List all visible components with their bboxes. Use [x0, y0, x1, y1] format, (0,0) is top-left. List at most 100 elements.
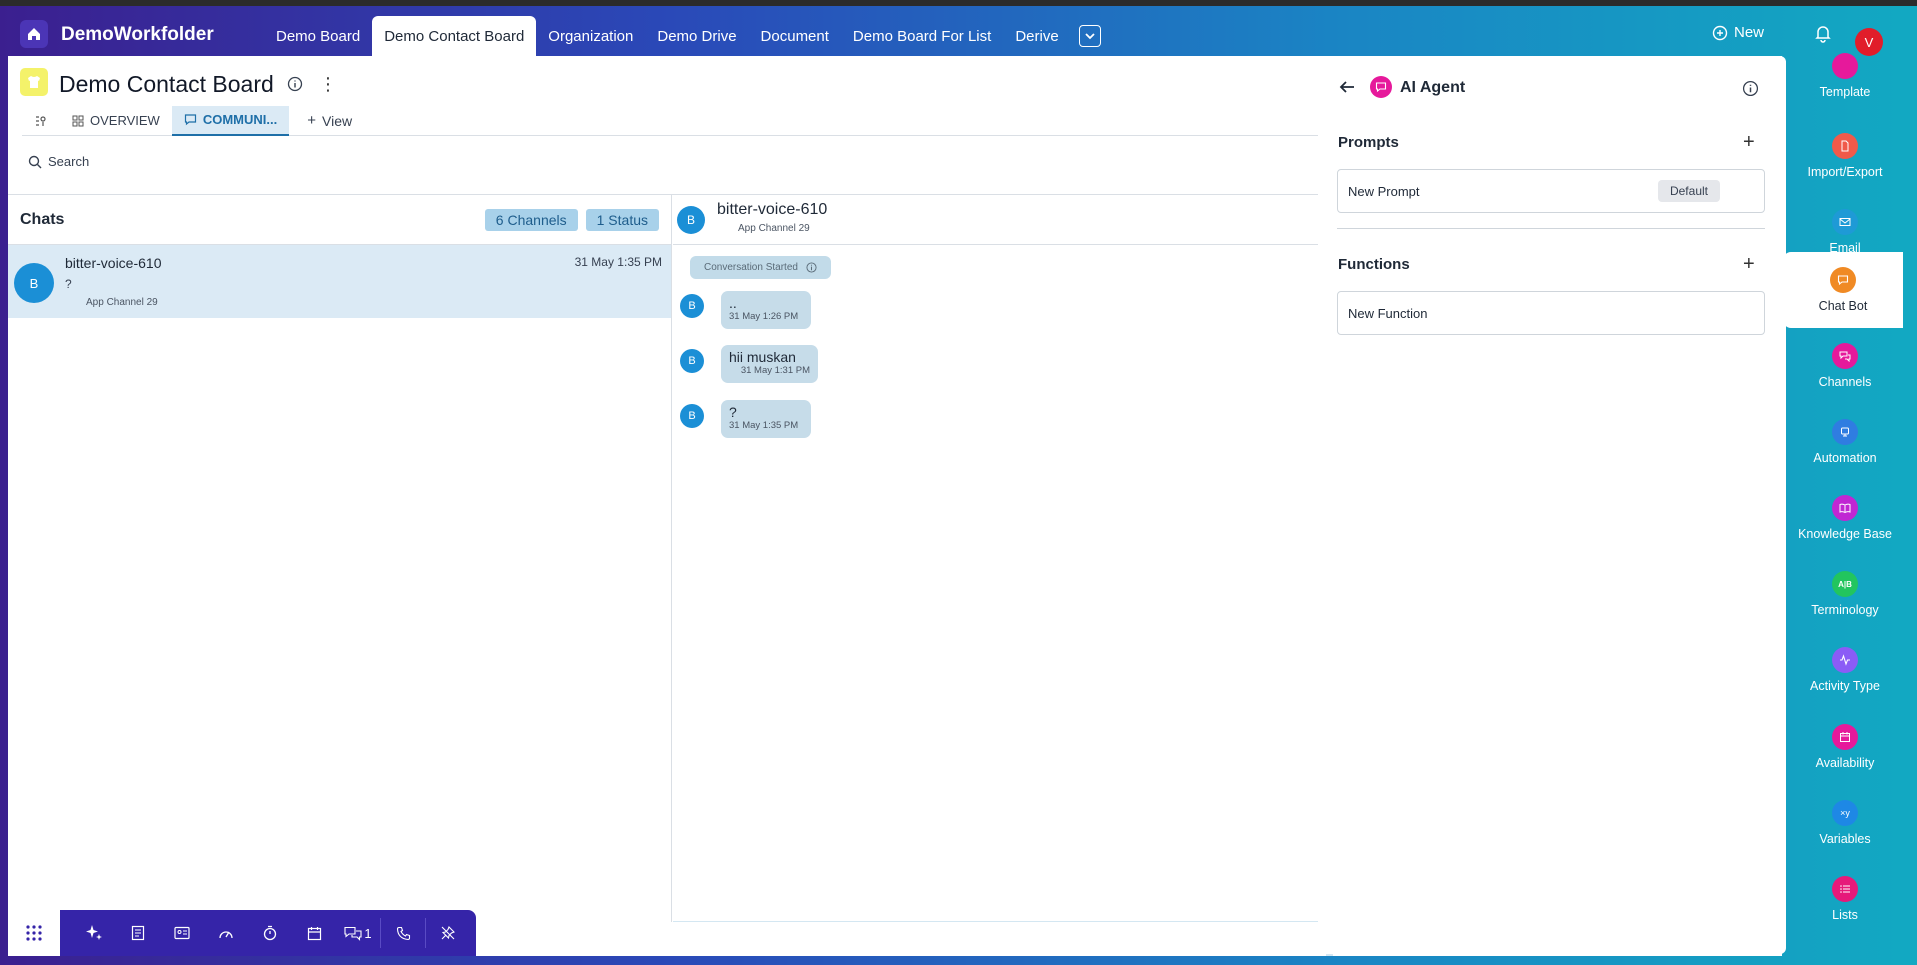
sidebar-item-import-export[interactable]: Import/Export	[1785, 118, 1905, 194]
conversation-started-label: Conversation Started	[704, 262, 798, 273]
status-filter[interactable]: 1 Status	[585, 208, 659, 231]
conversation-name: bitter-voice-610	[717, 201, 828, 218]
sidebar-item-lists[interactable]: Lists	[1785, 861, 1905, 937]
message-time: 31 May 1:35 PM	[729, 420, 799, 431]
function-item[interactable]: New Function	[1337, 291, 1765, 335]
add-view-label: View	[322, 112, 353, 129]
tab-communication[interactable]: COMMUNI...	[171, 105, 290, 136]
sidebar-item-activity-type[interactable]: Activity Type	[1785, 632, 1905, 708]
prompt-item-label: New Prompt	[1348, 183, 1420, 199]
dashboard-button[interactable]	[204, 926, 248, 940]
avatar: B	[14, 263, 54, 303]
phone-button[interactable]	[381, 926, 425, 941]
tab-derive[interactable]: Derive	[1003, 16, 1070, 56]
tab-overview[interactable]: OVERVIEW	[60, 106, 172, 136]
search-button[interactable]: Search	[28, 154, 89, 169]
chat-icon	[184, 114, 196, 126]
tab-document[interactable]: Document	[749, 16, 841, 56]
chat-time: 31 May 1:35 PM	[574, 255, 662, 269]
sidebar-item-channels[interactable]: Channels	[1785, 328, 1905, 404]
terminology-icon: A|B	[1832, 571, 1858, 597]
back-button[interactable]	[1338, 78, 1356, 99]
sidebar-item-label: Import/Export	[1807, 165, 1883, 179]
variables-icon: ×y	[1832, 800, 1858, 826]
new-button[interactable]: New	[1712, 24, 1764, 41]
pin-off-button[interactable]	[426, 925, 470, 941]
pin-off-icon	[441, 926, 455, 940]
contact-card-button[interactable]	[160, 926, 204, 940]
info-icon[interactable]	[806, 262, 817, 273]
chats-header: Chats 6 Channels 1 Status	[8, 195, 671, 245]
divider	[1337, 228, 1765, 229]
sidebar-item-template[interactable]: Template	[1785, 38, 1905, 114]
agent-info-button[interactable]	[1742, 80, 1759, 100]
chats-button[interactable]: 1	[336, 926, 380, 941]
view-settings-button[interactable]	[22, 106, 60, 136]
calendar-icon	[307, 926, 321, 940]
info-icon	[287, 76, 303, 92]
chat-list-item[interactable]: B bitter-voice-610 31 May 1:35 PM ? App …	[8, 245, 671, 318]
chats-panel: Chats 6 Channels 1 Status B bitter-voice…	[8, 195, 672, 956]
prompts-title: Prompts	[1338, 134, 1399, 151]
conversation-started-badge: Conversation Started	[690, 256, 831, 279]
chat-bot-icon	[1830, 267, 1856, 293]
add-view-button[interactable]: + View	[295, 106, 364, 136]
tab-demo-board-for-list[interactable]: Demo Board For List	[841, 16, 1003, 56]
sidebar-item-chat-bot[interactable]: Chat Bot	[1783, 252, 1903, 328]
prompt-item[interactable]: New Prompt Default	[1337, 169, 1765, 213]
plus-circle-icon	[1712, 25, 1728, 40]
template-icon	[1832, 53, 1858, 79]
channels-filter[interactable]: 6 Channels	[484, 208, 578, 231]
functions-title: Functions	[1338, 256, 1410, 273]
sidebar-item-availability[interactable]: Availability	[1785, 709, 1905, 785]
avatar: B	[680, 404, 704, 428]
add-prompt-button[interactable]: +	[1743, 132, 1755, 152]
sidebar-item-variables[interactable]: ×y Variables	[1785, 785, 1905, 861]
chats-count: 1	[364, 925, 372, 941]
add-function-button[interactable]: +	[1743, 254, 1755, 274]
calendar-button[interactable]	[292, 926, 336, 941]
bottom-strip	[476, 922, 1326, 956]
page-title: Demo Contact Board	[59, 71, 274, 97]
tab-organization[interactable]: Organization	[536, 16, 645, 56]
ai-sparkle-button[interactable]	[72, 923, 116, 943]
apps-grid-icon	[26, 925, 42, 941]
right-sidebar: Template Import/Export Email Chat Bot Ch…	[1783, 53, 1905, 956]
view-settings-icon	[36, 115, 46, 126]
message-time: 31 May 1:26 PM	[729, 311, 799, 322]
ai-agent-icon	[1370, 76, 1392, 98]
board-info-button[interactable]	[287, 76, 303, 95]
kebab-menu-icon[interactable]: ⋮	[319, 74, 337, 95]
tab-communication-label: COMMUNI...	[202, 112, 278, 127]
tab-demo-drive[interactable]: Demo Drive	[645, 16, 748, 56]
availability-icon	[1832, 724, 1858, 750]
tab-overview-label: OVERVIEW	[90, 113, 160, 128]
sparkle-icon	[86, 925, 102, 940]
apps-grid-button[interactable]	[8, 910, 60, 956]
chats-icon	[344, 926, 362, 941]
sidebar-item-knowledge-base[interactable]: Knowledge Base	[1785, 480, 1905, 556]
automation-icon	[1832, 419, 1858, 445]
sidebar-item-label: Terminology	[1811, 603, 1879, 617]
notes-button[interactable]	[116, 925, 160, 941]
view-tabs: OVERVIEW COMMUNI... + View	[22, 105, 1332, 136]
sidebar-item-label: Activity Type	[1810, 679, 1880, 693]
avatar: B	[677, 206, 705, 234]
message-text: ..	[729, 295, 737, 311]
info-icon	[1742, 80, 1759, 97]
sidebar-item-terminology[interactable]: A|B Terminology	[1785, 556, 1905, 632]
more-tabs-button[interactable]	[1078, 25, 1101, 47]
sidebar-item-label: Template	[1819, 85, 1871, 99]
timer-icon	[263, 925, 277, 941]
contact-card-icon	[174, 926, 190, 940]
home-button[interactable]	[20, 20, 48, 48]
conversation-channel: App Channel 29	[738, 223, 810, 234]
board-tabs: Demo Board Demo Contact Board Organizati…	[264, 16, 1101, 56]
timer-button[interactable]	[248, 925, 292, 941]
tab-demo-contact-board[interactable]: Demo Contact Board	[372, 16, 537, 56]
workspace-name[interactable]: DemoWorkfolder	[61, 24, 214, 46]
sidebar-item-automation[interactable]: Automation	[1785, 404, 1905, 480]
tab-demo-board[interactable]: Demo Board	[264, 16, 372, 56]
avatar: B	[680, 294, 704, 318]
default-badge: Default	[1657, 180, 1720, 202]
